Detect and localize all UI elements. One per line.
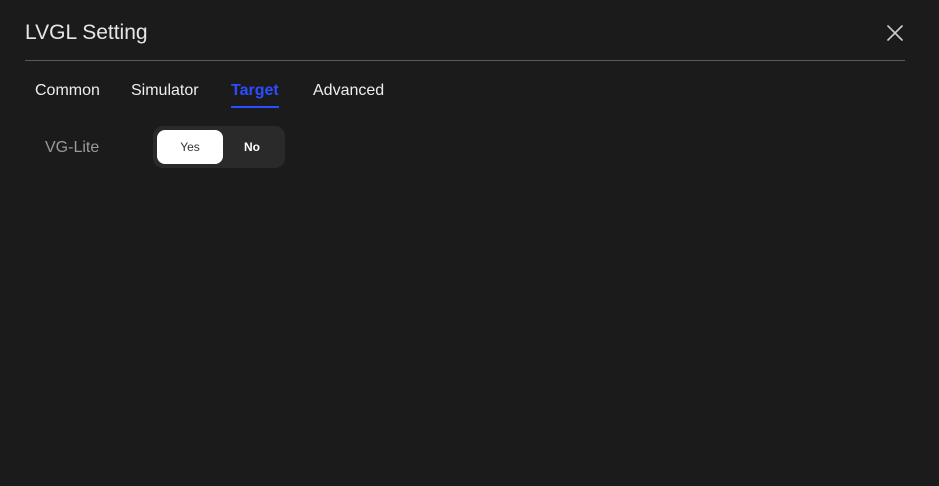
close-icon — [887, 25, 903, 41]
vg-lite-toggle: Yes No — [153, 126, 285, 168]
dialog-title: LVGL Setting — [25, 21, 148, 44]
tab-target[interactable]: Target — [231, 80, 279, 108]
settings-dialog: LVGL Setting Common Simulator Target Adv… — [0, 0, 939, 486]
header-divider — [25, 60, 905, 61]
vg-lite-label: VG-Lite — [45, 139, 100, 156]
tab-simulator[interactable]: Simulator — [131, 80, 199, 102]
tab-advanced[interactable]: Advanced — [313, 80, 384, 102]
vg-lite-yes-option[interactable]: Yes — [157, 130, 223, 164]
tab-common[interactable]: Common — [35, 80, 100, 102]
vg-lite-no-option[interactable]: No — [219, 130, 285, 164]
close-button[interactable] — [882, 21, 908, 47]
